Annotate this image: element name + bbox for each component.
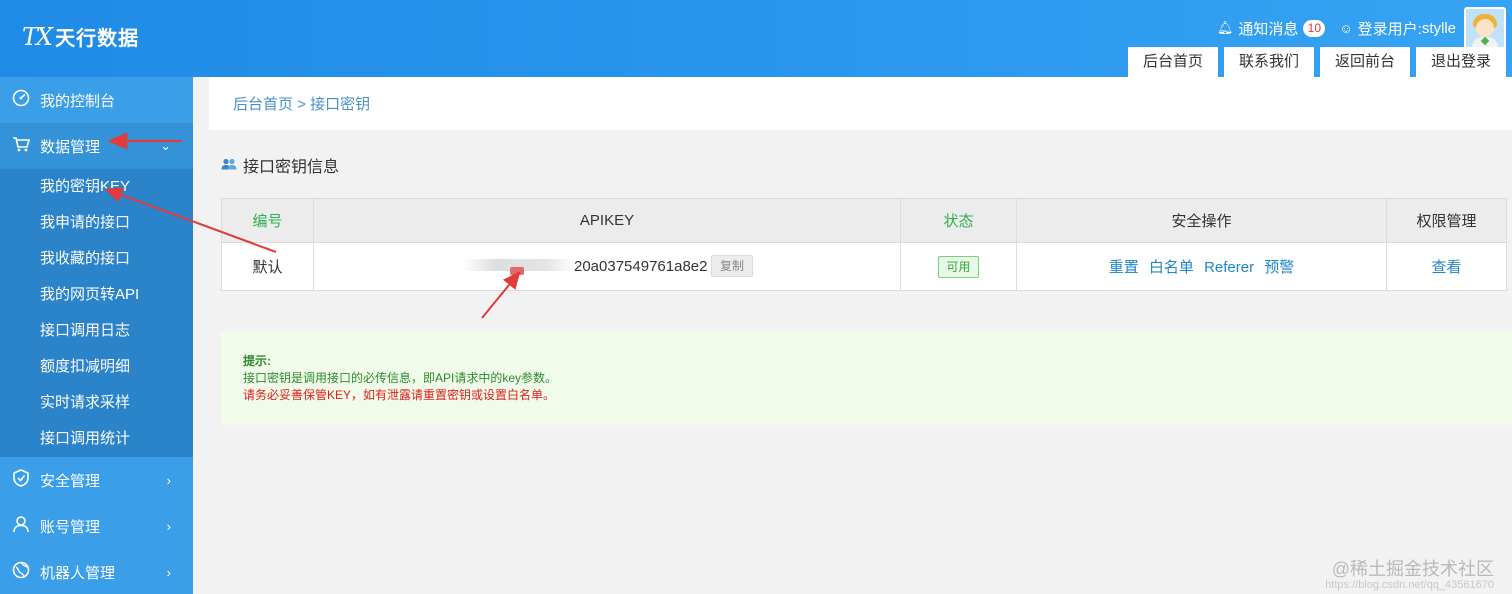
chevron-right-icon: › — [166, 518, 171, 534]
chevron-down-icon: ⌄ — [160, 138, 171, 153]
view-permissions-link[interactable]: 查看 — [1431, 259, 1461, 276]
notification-link[interactable]: 🔔︎ 通知消息 10 — [1217, 18, 1326, 39]
sidebar-item-security[interactable]: 安全管理 › — [0, 457, 193, 503]
copy-key-button[interactable]: 复制 — [711, 255, 754, 277]
column-header-security-actions: 安全操作 — [1016, 198, 1387, 243]
user-icon — [10, 515, 32, 538]
sidebar-item-account[interactable]: 账号管理 › — [0, 503, 193, 549]
security-actions-cell: 重置 白名单 Referer 预警 — [1016, 242, 1387, 291]
page-title: 接口密钥信息 — [221, 153, 339, 177]
robot-icon — [10, 561, 32, 584]
top-header: TX 天行数据 🔔︎ 通知消息 10 ☺ 登录用户: stylle 后台首页 联… — [0, 0, 1512, 77]
avatar[interactable] — [1464, 7, 1506, 49]
main-content: 后台首页 > 接口密钥 接口密钥信息 编号 APIKEY 状态 安全操作 权限管… — [209, 77, 1512, 594]
whitelist-link[interactable]: 白名单 — [1149, 259, 1194, 276]
apikey-value: 20a037549761a8e2 — [574, 258, 708, 275]
alert-link[interactable]: 预警 — [1264, 259, 1294, 276]
submenu-item-quota-detail[interactable]: 额度扣减明细 — [0, 349, 193, 385]
users-icon — [221, 158, 237, 173]
sidebar-item-robot[interactable]: 机器人管理 › — [0, 549, 193, 594]
sidebar-item-data-management[interactable]: 数据管理 ⌄ — [0, 123, 193, 169]
chevron-right-icon: › — [166, 472, 171, 488]
notification-label: 通知消息 — [1238, 20, 1299, 38]
logo[interactable]: TX 天行数据 — [22, 22, 139, 51]
nav-logout-button[interactable]: 退出登录 — [1415, 47, 1506, 77]
tips-title: 提示: — [243, 354, 271, 368]
apikey-cell: 20a037549761a8e2 复制 — [313, 242, 901, 291]
column-header-apikey: APIKEY — [313, 198, 901, 243]
breadcrumb: 后台首页 > 接口密钥 — [209, 77, 1512, 130]
sidebar-item-console[interactable]: 我的控制台 — [0, 77, 193, 123]
sidebar-item-label: 账号管理 — [40, 518, 101, 536]
column-header-id: 编号 — [221, 198, 314, 243]
submenu-item-favorite-apis[interactable]: 我收藏的接口 — [0, 241, 193, 277]
nav-backend-home-button[interactable]: 后台首页 — [1127, 47, 1218, 77]
status-badge: 可用 — [938, 255, 979, 278]
submenu-item-call-log[interactable]: 接口调用日志 — [0, 313, 193, 349]
shield-icon — [10, 468, 32, 492]
column-header-permissions: 权限管理 — [1386, 198, 1507, 243]
referer-link[interactable]: Referer — [1204, 259, 1254, 276]
breadcrumb-text[interactable]: 后台首页 > 接口密钥 — [233, 93, 370, 114]
chevron-right-icon: › — [166, 564, 171, 580]
nav-contact-button[interactable]: 联系我们 — [1223, 47, 1314, 77]
username: stylle — [1421, 19, 1456, 37]
nav-frontend-button[interactable]: 返回前台 — [1319, 47, 1410, 77]
top-nav: 后台首页 联系我们 返回前台 退出登录 — [1122, 47, 1506, 77]
logo-mark: TX — [22, 22, 53, 51]
table-row: 默认 20a037549761a8e2 复制 可用 重置 白名单 Referer… — [221, 242, 1507, 291]
submenu-item-request-sampling[interactable]: 实时请求采样 — [0, 385, 193, 421]
tips-line-2: 请务必妥善保管KEY，如有泄露请重置密钥或设置白名单。 — [243, 388, 556, 402]
tips-box: 提示: 接口密钥是调用接口的必传信息，即API请求中的key参数。 请务必妥善保… — [221, 331, 1512, 425]
submenu-item-applied-apis[interactable]: 我申请的接口 — [0, 205, 193, 241]
cart-icon — [10, 136, 32, 157]
permission-cell: 查看 — [1386, 242, 1507, 291]
status-cell: 可用 — [900, 242, 1017, 291]
bell-icon: 🔔︎ — [1216, 20, 1234, 35]
data-management-submenu: 我的密钥KEY 我申请的接口 我收藏的接口 我的网页转API 接口调用日志 额度… — [0, 169, 193, 457]
key-id-cell: 默认 — [221, 242, 314, 291]
key-redaction-mark — [510, 267, 524, 275]
sidebar: 我的控制台 数据管理 ⌄ 我的密钥KEY 我申请的接口 我收藏的接口 我的网页转… — [0, 77, 193, 594]
column-header-status: 状态 — [900, 198, 1017, 243]
reset-key-link[interactable]: 重置 — [1109, 259, 1139, 276]
login-label: 登录用户: — [1357, 20, 1422, 38]
submenu-item-my-key[interactable]: 我的密钥KEY — [0, 169, 193, 205]
notification-count-badge: 10 — [1303, 19, 1326, 37]
login-user: ☺ 登录用户: stylle — [1339, 18, 1456, 39]
sidebar-item-label: 数据管理 — [40, 138, 101, 156]
dashboard-icon — [10, 89, 32, 112]
submenu-item-web-to-api[interactable]: 我的网页转API — [0, 277, 193, 313]
sidebar-item-label: 我的控制台 — [40, 92, 116, 110]
tips-line-1: 接口密钥是调用接口的必传信息，即API请求中的key参数。 — [243, 371, 558, 385]
api-key-table: 编号 APIKEY 状态 安全操作 权限管理 默认 20a037549761a8… — [221, 198, 1507, 291]
user-icon: ☺ — [1339, 20, 1353, 36]
logo-text: 天行数据 — [55, 28, 140, 50]
page-title-text: 接口密钥信息 — [243, 159, 340, 176]
submenu-item-call-stats[interactable]: 接口调用统计 — [0, 421, 193, 457]
sidebar-item-label: 机器人管理 — [40, 564, 116, 582]
sidebar-item-label: 安全管理 — [40, 472, 101, 490]
